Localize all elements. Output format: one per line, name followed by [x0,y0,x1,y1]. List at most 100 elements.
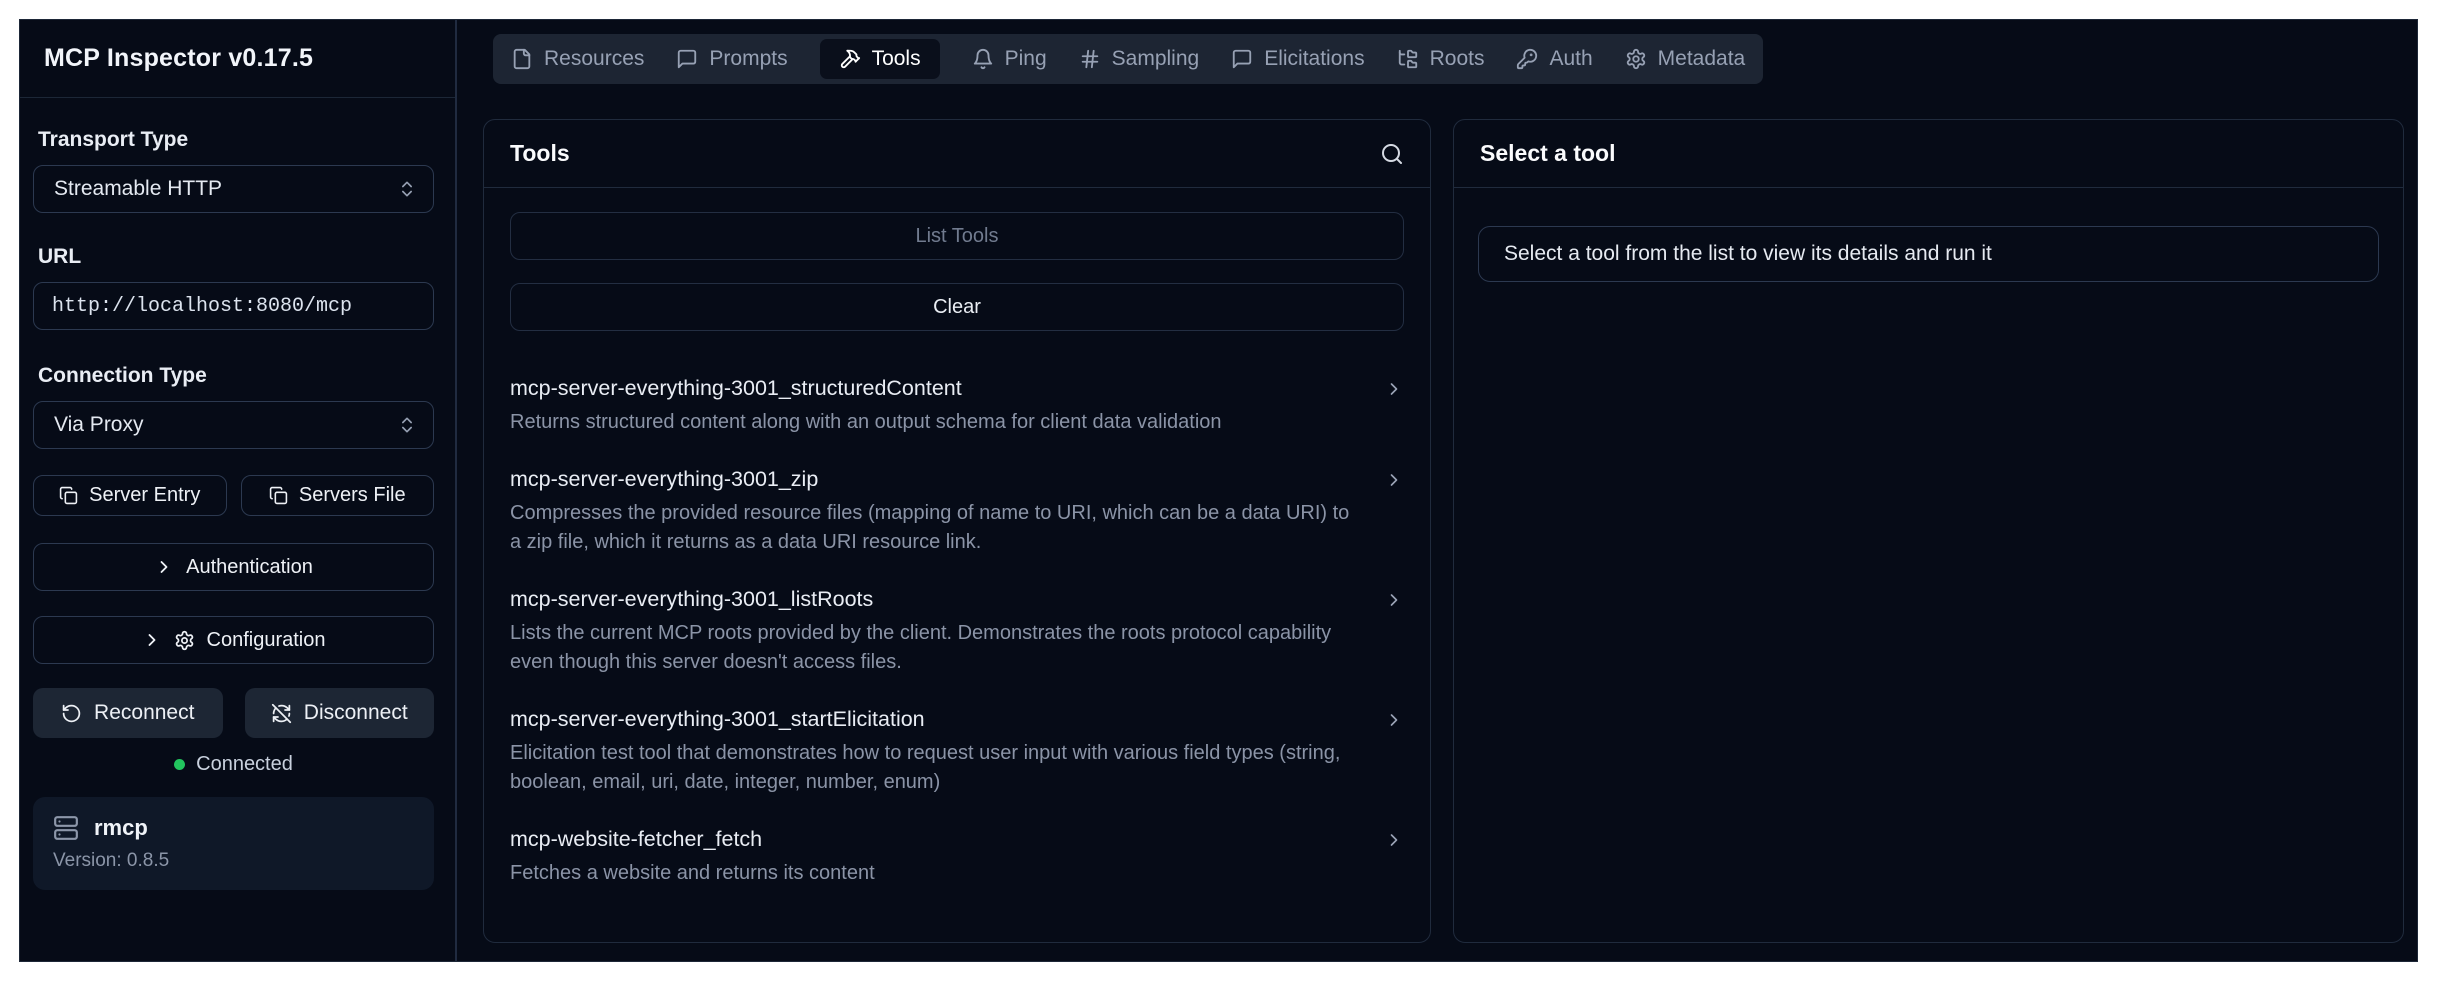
tool-description: Elicitation test tool that demonstrates … [510,739,1362,797]
configuration-toggle[interactable]: Configuration [33,616,434,664]
url-input[interactable]: http://localhost:8080/mcp [33,282,434,330]
tool-name: mcp-server-everything-3001_listRoots [510,587,1362,612]
refresh-off-icon [271,703,292,724]
gear-icon [1625,48,1647,70]
tab-label: Auth [1549,47,1592,71]
tools-panel-header: Tools [484,120,1430,188]
server-entry-button[interactable]: Server Entry [33,475,227,516]
hammer-icon [839,48,861,70]
tab-label: Prompts [709,47,787,71]
tool-name: mcp-server-everything-3001_startElicitat… [510,707,1362,732]
tool-description: Fetches a website and returns its conten… [510,859,875,888]
tab-prompts[interactable]: Prompts [676,39,787,79]
tool-name: mcp-server-everything-3001_structuredCon… [510,376,1222,401]
clear-button[interactable]: Clear [510,283,1404,331]
tool-description: Returns structured content along with an… [510,408,1222,437]
configuration-label: Configuration [207,629,326,652]
bell-icon [972,48,994,70]
tab-label: Sampling [1112,47,1200,71]
tool-list: mcp-server-everything-3001_structuredCon… [510,376,1404,888]
chevron-right-icon [1384,710,1404,797]
reconnect-label: Reconnect [94,701,194,725]
tool-details-panel: Select a tool Select a tool from the lis… [1453,119,2404,943]
tool-row-zip[interactable]: mcp-server-everything-3001_zip Compresse… [510,467,1404,557]
search-icon[interactable] [1380,142,1404,166]
sidebar-header: MCP Inspector v0.17.5 [20,20,455,98]
disconnect-label: Disconnect [304,701,408,725]
tools-panel: Tools List Tools Clear mcp-server-everyt… [483,119,1431,943]
url-label: URL [38,245,434,269]
key-icon [1516,48,1538,70]
sidebar-body: Transport Type Streamable HTTP URL http:… [20,98,455,890]
tab-elicitations[interactable]: Elicitations [1231,39,1364,79]
status-dot [174,759,185,770]
tool-row-website-fetch[interactable]: mcp-website-fetcher_fetch Fetches a webs… [510,827,1404,888]
copy-icon [269,486,288,505]
connection-type-select[interactable]: Via Proxy [33,401,434,449]
tool-name: mcp-website-fetcher_fetch [510,827,875,852]
tab-roots[interactable]: Roots [1397,39,1485,79]
reconnect-button[interactable]: Reconnect [33,688,223,738]
tab-label: Tools [872,47,921,71]
disconnect-button[interactable]: Disconnect [245,688,435,738]
chevron-right-icon [1384,590,1404,677]
gear-icon [174,630,195,651]
chevron-right-icon [142,630,162,650]
status-label: Connected [196,753,293,776]
connection-status: Connected [33,753,434,776]
chevron-right-icon [1384,830,1404,888]
tool-description: Compresses the provided resource files (… [510,499,1362,557]
message-square-icon [676,48,698,70]
top-nav: Resources Prompts Tools Ping Sampling El… [493,34,1763,84]
message-square-icon [1231,48,1253,70]
hash-icon [1079,48,1101,70]
tab-label: Elicitations [1264,47,1364,71]
tool-row-start-elicitation[interactable]: mcp-server-everything-3001_startElicitat… [510,707,1404,797]
copy-icon [59,486,78,505]
server-icon [53,815,79,841]
details-panel-title: Select a tool [1480,140,1615,167]
sidebar: MCP Inspector v0.17.5 Transport Type Str… [20,20,457,961]
server-entry-label: Server Entry [89,484,200,507]
chevron-right-icon [1384,379,1404,437]
list-tools-button[interactable]: List Tools [510,212,1404,260]
server-version: Version: 0.8.5 [53,850,414,872]
tools-panel-body: List Tools Clear mcp-server-everything-3… [484,188,1430,888]
authentication-label: Authentication [186,556,313,579]
details-panel-header: Select a tool [1454,120,2403,188]
server-name: rmcp [94,815,148,841]
rotate-ccw-icon [61,703,82,724]
tools-panel-title: Tools [510,140,570,167]
file-icon [511,48,533,70]
tab-label: Metadata [1658,47,1746,71]
tab-metadata[interactable]: Metadata [1625,39,1746,79]
tab-label: Resources [544,47,644,71]
tab-label: Ping [1005,47,1047,71]
tool-name: mcp-server-everything-3001_zip [510,467,1362,492]
tab-tools[interactable]: Tools [820,39,940,79]
empty-state-message: Select a tool from the list to view its … [1478,226,2379,282]
chevron-right-icon [154,557,174,577]
tool-row-list-roots[interactable]: mcp-server-everything-3001_listRoots Lis… [510,587,1404,677]
connection-type-value: Via Proxy [54,413,144,437]
tool-row-structured-content[interactable]: mcp-server-everything-3001_structuredCon… [510,376,1404,437]
tool-description: Lists the current MCP roots provided by … [510,619,1362,677]
tab-sampling[interactable]: Sampling [1079,39,1200,79]
chevrons-up-down-icon [397,415,417,435]
tab-ping[interactable]: Ping [972,39,1047,79]
tab-label: Roots [1430,47,1485,71]
transport-type-label: Transport Type [38,128,434,152]
transport-type-select[interactable]: Streamable HTTP [33,165,434,213]
app-title: MCP Inspector v0.17.5 [44,44,313,73]
servers-file-label: Servers File [299,484,406,507]
server-info-card: rmcp Version: 0.8.5 [33,797,434,890]
authentication-toggle[interactable]: Authentication [33,543,434,591]
connection-type-label: Connection Type [38,364,434,388]
tab-auth[interactable]: Auth [1516,39,1592,79]
servers-file-button[interactable]: Servers File [241,475,435,516]
chevron-right-icon [1384,470,1404,557]
app-window: MCP Inspector v0.17.5 Transport Type Str… [19,19,2418,962]
tab-resources[interactable]: Resources [511,39,644,79]
chevrons-up-down-icon [397,179,417,199]
transport-type-value: Streamable HTTP [54,177,222,201]
